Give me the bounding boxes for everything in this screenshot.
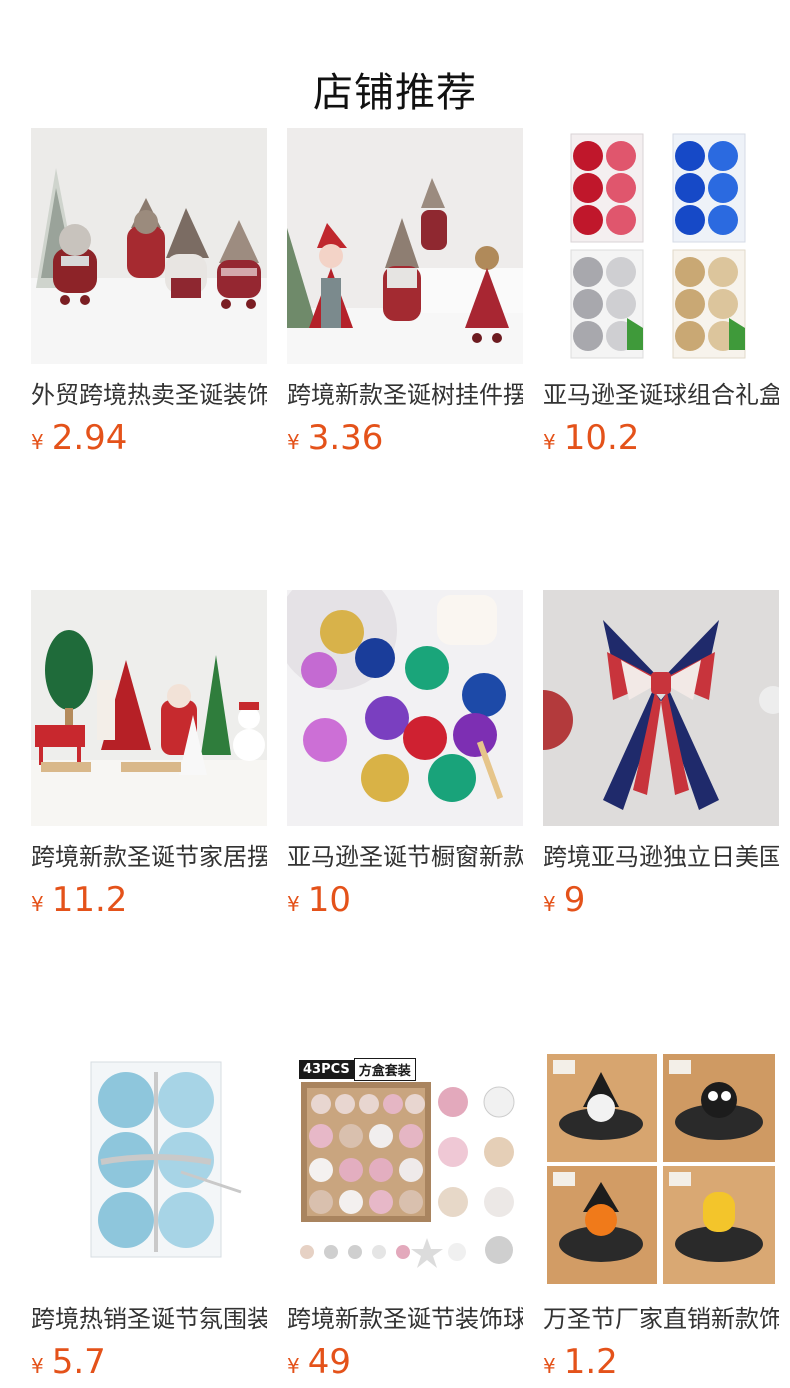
product-card[interactable]: 43PCS 方盒套装 跨境新款圣诞节装饰球 ¥49 [287,1052,523,1382]
price-amount: 10.2 [563,418,640,458]
product-name[interactable]: 跨境亚马逊独立日美国 [543,840,779,874]
product-name[interactable]: 跨境新款圣诞节装饰球 [287,1302,523,1336]
set-badge: 43PCS 方盒套装 [299,1058,416,1081]
product-name[interactable]: 万圣节厂家直销新款饰 [543,1302,779,1336]
product-card[interactable]: 万圣节厂家直销新款饰 ¥1.2 [543,1052,779,1382]
ornament-set-image[interactable]: 43PCS 方盒套装 [287,1052,523,1288]
product-price: ¥10.2 [543,418,779,458]
product-name[interactable]: 亚马逊圣诞节橱窗新款 [287,840,523,874]
currency-symbol: ¥ [543,892,556,916]
currency-symbol: ¥ [31,1354,44,1378]
currency-symbol: ¥ [31,430,44,454]
product-price: ¥3.36 [287,418,523,458]
product-name[interactable]: 跨境新款圣诞节家居摆 [31,840,267,874]
price-amount: 9 [563,880,586,920]
christmas-gnome-dolls-image[interactable] [31,128,267,364]
product-name[interactable]: 跨境新款圣诞树挂件摆 [287,378,523,412]
product-name[interactable]: 亚马逊圣诞球组合礼盒 [543,378,779,412]
product-price: ¥2.94 [31,418,267,458]
product-grid: 外贸跨境热卖圣诞装饰 ¥2.94 跨境新款圣诞树挂件摆 ¥ 3.36 亚马逊圣诞… [31,128,790,1382]
currency-symbol: ¥ [287,430,300,454]
product-card[interactable]: 跨境热销圣诞节氛围装 ¥5.7 [31,1052,267,1382]
price-amount: 11.2 [51,880,128,920]
product-price: ¥5.7 [31,1342,267,1382]
christmas-ball-boxes-image[interactable] [543,128,779,364]
price-amount: 1.2 [563,1342,618,1382]
halloween-hair-clips-image[interactable] [543,1052,779,1288]
product-price: ¥11.2 [31,880,267,920]
product-price: ¥10 [287,880,523,920]
product-price: ¥49 [287,1342,523,1382]
product-card[interactable]: 外贸跨境热卖圣诞装饰 ¥2.94 [31,128,267,458]
product-card[interactable]: 亚马逊圣诞球组合礼盒 ¥10.2 [543,128,779,458]
product-card[interactable]: 跨境新款圣诞树挂件摆 ¥3.36 [287,128,523,458]
christmas-plush-ornaments-image[interactable] [287,128,523,364]
currency-symbol: ¥ [287,1354,300,1378]
currency-symbol: ¥ [543,1354,556,1378]
blue-ball-box-image[interactable] [31,1052,267,1288]
product-card[interactable]: 跨境亚马逊独立日美国 ¥9 [543,590,779,920]
product-price: ¥9 [543,880,779,920]
price-amount: 49 [307,1342,351,1382]
product-card[interactable]: 跨境新款圣诞节家居摆 ¥11.2 [31,590,267,920]
currency-symbol: ¥ [31,892,44,916]
price-amount: 3.36 [307,418,384,458]
product-price: ¥1.2 [543,1342,779,1382]
currency-symbol: ¥ [287,892,300,916]
colorful-christmas-balls-image[interactable] [287,590,523,826]
product-name[interactable]: 跨境热销圣诞节氛围装 [31,1302,267,1336]
patriotic-bow-image[interactable] [543,590,779,826]
page-title: 店铺推荐 [313,69,477,116]
price-amount: 5.7 [51,1342,106,1382]
product-card[interactable]: 亚马逊圣诞节橱窗新款 ¥10 [287,590,523,920]
product-name[interactable]: 外贸跨境热卖圣诞装饰 [31,378,267,412]
currency-symbol: ¥ [543,430,556,454]
christmas-tree-figurines-image[interactable] [31,590,267,826]
badge-count: 43PCS [299,1060,354,1079]
price-amount: 10 [307,880,351,920]
price-amount: 2.94 [51,418,128,458]
badge-label: 方盒套装 [353,1058,416,1081]
